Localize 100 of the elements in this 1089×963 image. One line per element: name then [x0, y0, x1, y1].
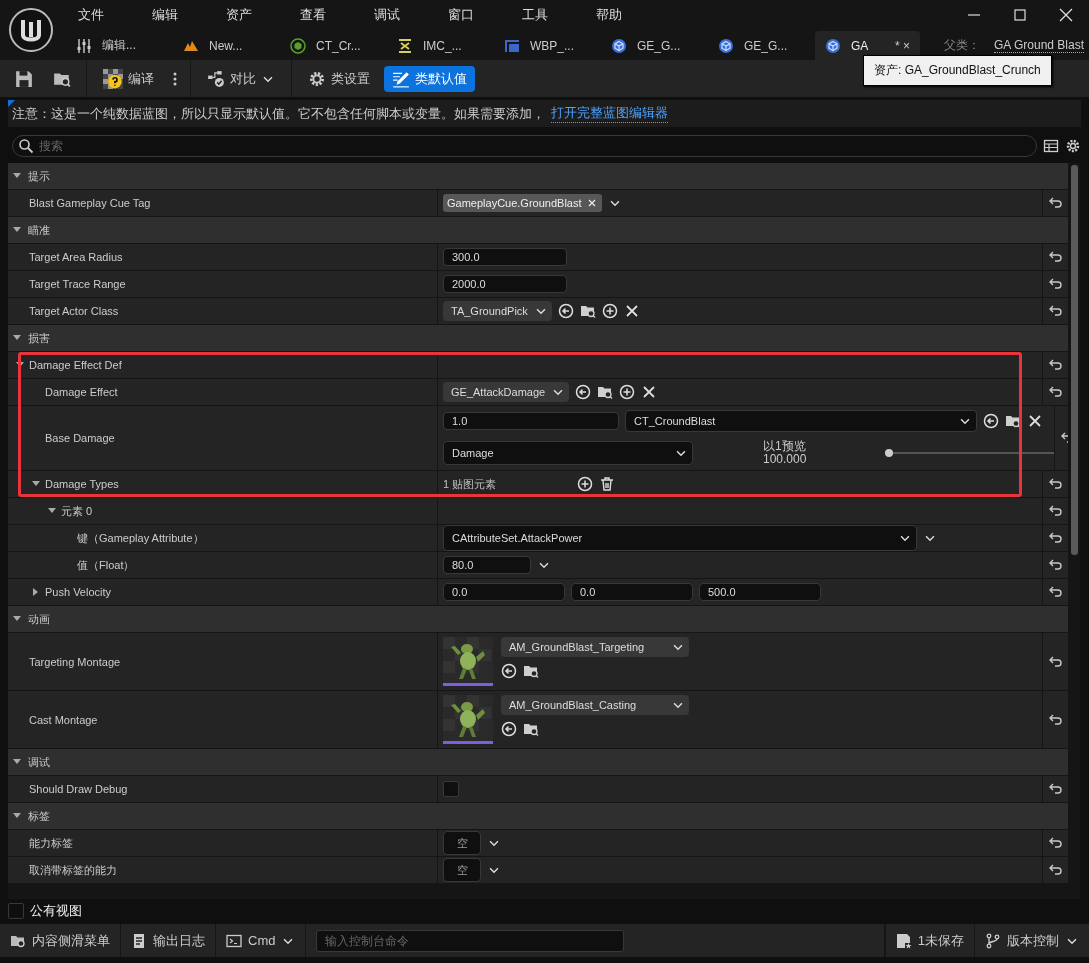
menu-item[interactable]: 窗口	[436, 6, 486, 24]
open-editor-link[interactable]: 打开完整蓝图编辑器	[551, 104, 668, 123]
status-button[interactable]: 输出日志	[121, 924, 216, 957]
menu-item[interactable]: 调试	[362, 6, 412, 24]
row-name-dropdown[interactable]: Damage	[443, 441, 693, 465]
toolbar-button[interactable]: 类设置	[300, 65, 378, 92]
document-tab[interactable]: New...	[173, 31, 280, 60]
compile-button[interactable]: 编译	[95, 65, 162, 92]
vector-field[interactable]: 0.0	[571, 583, 693, 601]
section-header[interactable]: 提示	[28, 168, 50, 184]
search-icon	[18, 138, 34, 154]
number-field[interactable]: 1.0	[443, 412, 619, 430]
menu-item[interactable]: 查看	[288, 6, 338, 24]
maximize-icon[interactable]	[1012, 7, 1028, 23]
asset-dropdown[interactable]: AM_GroundBlast_Casting	[501, 695, 689, 715]
vector-field[interactable]: 500.0	[699, 583, 821, 601]
menu-item[interactable]: 文件	[66, 6, 116, 24]
reset-icon[interactable]	[1047, 835, 1064, 851]
reset-icon[interactable]	[1047, 249, 1064, 265]
reset-icon[interactable]	[1047, 557, 1064, 573]
table-view-icon[interactable]	[1043, 138, 1059, 154]
property-label: Damage Effect Def	[29, 359, 122, 371]
tag-container[interactable]: 空	[443, 858, 481, 882]
curve-table-dropdown[interactable]: CT_CroundBlast	[625, 410, 977, 432]
reset-icon[interactable]	[1047, 781, 1064, 797]
search-field[interactable]: 搜索	[12, 135, 1037, 157]
save-icon[interactable]	[15, 69, 33, 88]
number-field[interactable]: 80.0	[443, 556, 531, 574]
arrow-left-circle-icon[interactable]	[501, 663, 517, 679]
reset-icon[interactable]	[1047, 503, 1064, 519]
section-header[interactable]: 动画	[28, 611, 50, 627]
section-header[interactable]: 调试	[28, 754, 50, 770]
number-field[interactable]: 2000.0	[443, 275, 567, 293]
property-label: Push Velocity	[45, 586, 112, 598]
logo-icon[interactable]	[8, 7, 54, 53]
reset-icon[interactable]	[1047, 303, 1064, 319]
reset-icon[interactable]	[1047, 195, 1064, 211]
menu-item[interactable]: 资产	[214, 6, 264, 24]
console-input[interactable]: 输入控制台命令	[316, 929, 625, 952]
scrollbar-thumb[interactable]	[1071, 165, 1078, 555]
folder-search-icon[interactable]	[523, 663, 539, 679]
menu-item[interactable]: 编辑	[140, 6, 190, 24]
menu-item[interactable]: 工具	[510, 6, 560, 24]
parent-class-link[interactable]: GA Ground Blast	[994, 38, 1085, 53]
document-tab[interactable]: GE_G...	[708, 31, 815, 60]
toolbar-button[interactable]: 类默认值	[384, 65, 475, 92]
reset-icon[interactable]	[1047, 357, 1064, 373]
settings-icon[interactable]	[1065, 138, 1081, 154]
arrow-left-circle-icon[interactable]	[983, 413, 999, 429]
widget-icon	[504, 37, 520, 54]
arrow-left-circle-icon[interactable]	[501, 721, 517, 737]
asset-dropdown[interactable]: TA_GroundPick	[443, 301, 552, 321]
section-header[interactable]: 标签	[28, 808, 50, 824]
reset-icon[interactable]	[1047, 530, 1064, 546]
folder-search-icon[interactable]	[579, 303, 596, 319]
section-header[interactable]: 损害	[28, 330, 50, 346]
add-icon[interactable]	[601, 303, 618, 319]
menu-item[interactable]: 帮助	[584, 6, 634, 24]
document-tab[interactable]: 编辑...	[66, 31, 173, 60]
checkbox[interactable]	[443, 781, 459, 797]
clear-icon[interactable]	[1027, 413, 1043, 429]
reset-icon[interactable]	[1047, 584, 1064, 600]
property-label: 键（Gameplay Attribute）	[77, 530, 204, 546]
asset-dropdown[interactable]: GE_AttackDamage	[443, 382, 570, 402]
status-button[interactable]: 内容侧滑菜单	[0, 924, 121, 957]
clear-icon[interactable]	[641, 384, 658, 400]
document-tab[interactable]: WBP_...	[494, 31, 601, 60]
clear-icon[interactable]	[623, 303, 640, 319]
folder-search-icon[interactable]	[1005, 413, 1021, 429]
folder-search-icon[interactable]	[597, 384, 614, 400]
pencil-icon	[392, 69, 410, 88]
reset-icon[interactable]	[1047, 276, 1064, 292]
document-tab[interactable]: CT_Cr...	[280, 31, 387, 60]
vector-field[interactable]: 0.0	[443, 583, 565, 601]
status-button[interactable]: 版本控制	[974, 924, 1089, 957]
add-icon[interactable]	[619, 384, 636, 400]
slider-thumb[interactable]	[885, 449, 893, 457]
section-header[interactable]: 瞄准	[28, 222, 50, 238]
reset-icon[interactable]	[1047, 862, 1064, 878]
diff-dropdown[interactable]: 对比	[199, 65, 283, 92]
close-icon[interactable]	[1058, 7, 1074, 23]
checkbox[interactable]	[8, 903, 24, 919]
asset-dropdown[interactable]: AM_GroundBlast_Targeting	[501, 637, 689, 657]
status-button[interactable]: Cmd	[216, 924, 307, 957]
tag-chip[interactable]: GameplayCue.GroundBlast	[443, 194, 602, 212]
arrow-left-circle-icon[interactable]	[575, 384, 592, 400]
reset-icon[interactable]	[1047, 384, 1064, 400]
trash-icon[interactable]	[599, 476, 615, 492]
arrow-left-circle-icon[interactable]	[557, 303, 574, 319]
add-icon[interactable]	[577, 476, 593, 492]
attribute-dropdown[interactable]: CAttributeSet.AttackPower	[443, 525, 917, 551]
notice-text: 注意：这是一个纯数据蓝图，所以只显示默认值。它不包含任何脚本或变量。如果需要添加，	[12, 104, 545, 123]
folder-search-icon[interactable]	[523, 721, 539, 737]
document-tab[interactable]: IMC_...	[387, 31, 494, 60]
reset-icon[interactable]	[1047, 476, 1064, 492]
document-tab[interactable]: GE_G...	[601, 31, 708, 60]
branch-icon	[985, 932, 1001, 949]
status-button[interactable]: 1未保存	[884, 924, 974, 957]
number-field[interactable]: 300.0	[443, 248, 567, 266]
tag-container[interactable]: 空	[443, 831, 481, 855]
